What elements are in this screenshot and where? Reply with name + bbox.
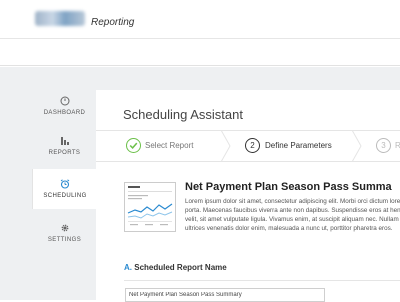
step-label: R — [395, 141, 400, 150]
step-number: 2 — [245, 138, 260, 153]
checkmark-icon — [126, 138, 141, 153]
search-bar — [0, 39, 400, 99]
report-thumbnail — [124, 182, 176, 232]
step-number: 3 — [376, 138, 391, 153]
report-title: Net Payment Plan Season Pass Summa — [185, 181, 392, 193]
wizard-steps: Select Report 2 Define Parameters 3 R — [96, 130, 400, 162]
sidebar-item-dashboard[interactable]: DASHBOARD — [33, 86, 96, 126]
sidebar-item-label: SCHEDULING — [43, 193, 87, 199]
divider — [124, 280, 400, 281]
page-title: Scheduling Assistant — [123, 107, 243, 122]
bar-chart-icon — [60, 137, 69, 145]
dashboard-icon — [60, 96, 69, 106]
sidebar-nav: DASHBOARD REPORTS SCHEDULING SETTINGS — [33, 86, 97, 300]
step-review[interactable]: 3 R — [364, 131, 400, 161]
step-define-parameters[interactable]: 2 Define Parameters — [232, 131, 352, 161]
step-label: Define Parameters — [265, 141, 332, 150]
step-label: Select Report — [145, 141, 194, 150]
top-bar: Reporting — [0, 0, 400, 39]
section-label: Scheduled Report Name — [134, 263, 227, 272]
sidebar-item-scheduling[interactable]: SCHEDULING — [33, 169, 97, 209]
step-select-report[interactable]: Select Report — [96, 131, 223, 161]
step-separator — [221, 130, 231, 162]
sidebar-item-reports[interactable]: REPORTS — [33, 126, 96, 166]
app-brand: Reporting — [91, 17, 135, 28]
sidebar-item-label: SETTINGS — [47, 237, 82, 243]
company-logo[interactable] — [35, 11, 85, 26]
section-letter: A. — [124, 263, 132, 272]
sidebar-item-label: REPORTS — [48, 150, 81, 156]
scheduling-panel: Scheduling Assistant Select Report 2 Def… — [96, 90, 400, 302]
report-description: Lorem ipsum dolor sit amet, consectetur … — [185, 198, 400, 232]
gear-icon — [61, 224, 68, 232]
sidebar-item-label: DASHBOARD — [43, 110, 86, 116]
section-heading: A. Scheduled Report Name — [124, 263, 227, 272]
step-separator — [352, 130, 362, 162]
sidebar-item-settings[interactable]: SETTINGS — [33, 213, 96, 253]
alarm-clock-icon — [60, 179, 70, 189]
